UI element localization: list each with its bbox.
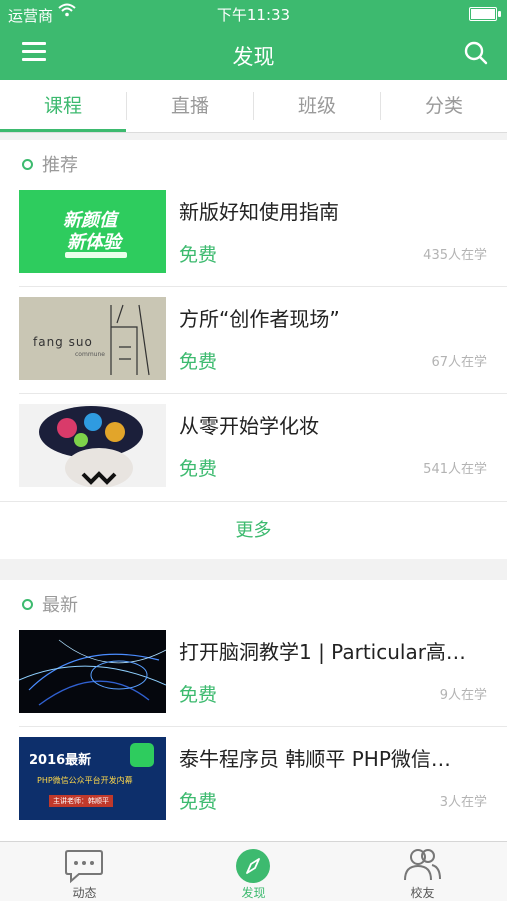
tab-courses[interactable]: 课程 (0, 80, 126, 132)
course-thumbnail: fang suo commune (19, 297, 166, 380)
course-item[interactable]: 2016最新 PHP微信公众平台开发内幕 主讲老师：韩顺平 泰牛程序员 韩顺平 … (0, 727, 507, 834)
clock: 下午11:33 (216, 6, 291, 24)
tab-feed[interactable]: 动态 (0, 842, 169, 901)
course-thumbnail: 2016最新 PHP微信公众平台开发内幕 主讲老师：韩顺平 (19, 737, 166, 820)
course-price: 免费 (179, 791, 218, 813)
course-title: 打开脑洞教学1 | Particular高… (179, 640, 466, 664)
section-header: 最新 (0, 580, 507, 624)
battery-icon (469, 7, 501, 21)
tab-label: 动态 (72, 886, 97, 900)
learner-count: 3人在学 (439, 795, 487, 810)
thumbnail-strip (65, 252, 127, 258)
more-button[interactable]: 更多 (0, 501, 507, 559)
wechat-logo (130, 743, 154, 767)
tab-alumni[interactable]: 校友 (338, 842, 507, 901)
tab-categories[interactable]: 分类 (381, 80, 507, 132)
learner-count: 435人在学 (423, 248, 487, 263)
section-title: 最新 (42, 595, 78, 616)
tab-classes[interactable]: 班级 (254, 80, 380, 132)
page-title: 发现 (232, 45, 275, 69)
course-title: 泰牛程序员 韩顺平 PHP微信… (179, 747, 451, 771)
course-title: 方所“创作者现场” (179, 307, 340, 331)
course-thumbnail (19, 630, 166, 713)
course-item[interactable]: 新颜值 新体验 新版好知使用指南 免费 435人在学 (0, 180, 507, 287)
tab-live[interactable]: 直播 (127, 80, 253, 132)
bullet-icon (22, 599, 33, 610)
course-price: 免费 (179, 458, 218, 480)
category-tabs: 课程 直播 班级 分类 (0, 80, 507, 133)
course-item[interactable]: 打开脑洞教学1 | Particular高… 免费 9人在学 (0, 620, 507, 727)
chat-bubble-icon (62, 846, 106, 884)
thumbnail-caption: fang suo (33, 335, 93, 349)
top-bar: 运营商 下午11:33 发现 (0, 0, 507, 80)
status-bar: 运营商 下午11:33 (0, 0, 507, 28)
learner-count: 9人在学 (439, 688, 487, 703)
tab-label: 发现 (241, 886, 266, 900)
course-thumbnail: 新颜值 新体验 (19, 190, 166, 273)
course-title: 从零开始学化妆 (179, 414, 319, 438)
course-thumbnail (19, 404, 166, 487)
course-price: 免费 (179, 684, 218, 706)
course-item[interactable]: fang suo commune 方所“创作者现场” 免费 67人在学 (0, 287, 507, 394)
section-title: 推荐 (42, 155, 78, 176)
bullet-icon (22, 159, 33, 170)
thumbnail-caption: 新体验 (67, 232, 121, 253)
latest-section: 最新 打开脑洞教学1 | Particular高… 免费 9人在学 2016最新… (0, 580, 507, 841)
bottom-tab-bar: 动态 发现 校友 (0, 841, 507, 901)
course-title: 新版好知使用指南 (179, 200, 339, 224)
course-price: 免费 (179, 351, 218, 373)
thumbnail-caption: commune (75, 351, 105, 358)
tab-label: 校友 (410, 886, 435, 900)
thumbnail-caption: 主讲老师：韩顺平 (49, 795, 113, 807)
course-item[interactable]: 从零开始学化妆 免费 541人在学 (0, 394, 507, 501)
search-icon[interactable] (463, 40, 489, 66)
learner-count: 541人在学 (423, 462, 487, 477)
recommended-section: 推荐 新颜值 新体验 新版好知使用指南 免费 435人在学 fang suo c… (0, 140, 507, 559)
course-price: 免费 (179, 244, 218, 266)
thumbnail-caption: PHP微信公众平台开发内幕 (37, 776, 133, 785)
compass-icon (231, 846, 275, 884)
tab-discover[interactable]: 发现 (169, 842, 338, 901)
section-header: 推荐 (0, 140, 507, 184)
nav-bar: 发现 (0, 28, 507, 80)
learner-count: 67人在学 (431, 355, 487, 370)
thumbnail-caption: 2016最新 (29, 753, 92, 768)
people-icon (400, 846, 444, 884)
